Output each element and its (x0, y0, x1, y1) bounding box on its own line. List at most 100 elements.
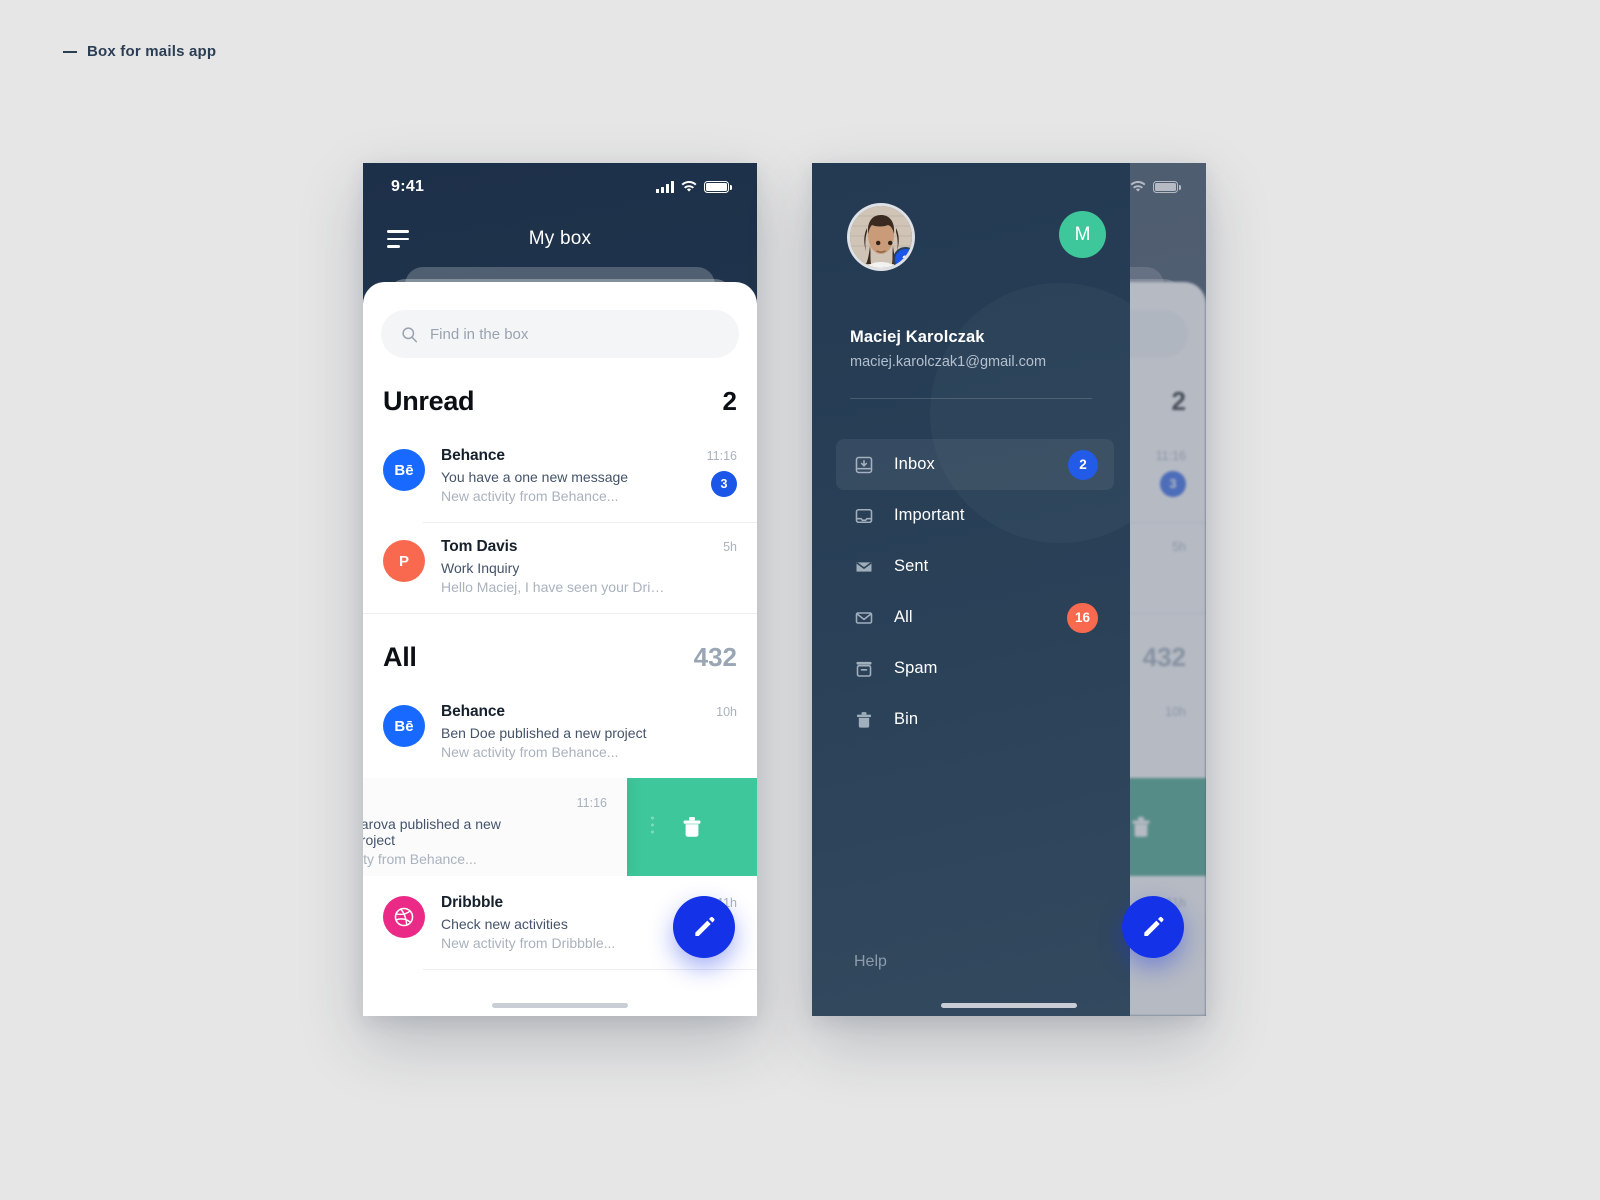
mail-time: 5h (723, 540, 737, 554)
battery-icon (1153, 181, 1181, 193)
section-header-unread: Unread 2 (363, 358, 757, 431)
avatar (383, 896, 425, 938)
list-divider (423, 969, 757, 970)
mail-sender: Tom Davis (441, 538, 518, 555)
mail-subject: harova published a new project (363, 816, 501, 848)
section-title: Unread (383, 386, 475, 416)
mail-row-unread-2[interactable]: P Tom Davis Work Inquiry Hello Maciej, I… (363, 522, 757, 613)
trash-icon (683, 817, 701, 837)
mail-time: 10h (716, 705, 737, 719)
inbox-icon (855, 456, 873, 473)
drawer-item-inbox[interactable]: Inbox 2 (836, 439, 1114, 490)
section-count: 2 (1171, 386, 1186, 416)
trash-icon (1132, 817, 1150, 837)
app-bar: My box (363, 211, 757, 267)
drawer-item-spam[interactable]: Spam (836, 643, 1114, 694)
search-input[interactable] (430, 325, 719, 343)
phone-mockup-drawer: 9:41 Find in the box Unread 2 (812, 163, 1206, 1016)
mail-sender: Dribbble (441, 894, 504, 911)
unread-count-badge: 3 (711, 471, 737, 497)
home-indicator (941, 1003, 1077, 1008)
mail-preview: New activity from Behance... (441, 744, 619, 760)
page-caption: Box for mails app (63, 43, 216, 60)
drawer-item-important[interactable]: Important (836, 490, 1114, 541)
important-icon (855, 508, 873, 523)
mail-preview: Hello Maciej, I have seen your Dribbble.… (441, 579, 667, 595)
navigation-drawer: 3 M Maciej Karolczak maciej.karolczak1@g… (812, 163, 1130, 1016)
swiped-mail-content[interactable]: e harova published a new project vity fr… (363, 778, 627, 876)
drawer-item-label: Important (894, 506, 965, 524)
home-indicator (492, 1003, 628, 1008)
help-link[interactable]: Help (854, 953, 887, 971)
mail-all-icon (855, 611, 873, 624)
spam-icon (856, 661, 872, 677)
mail-subject: Ben Doe published a new project (441, 725, 647, 741)
caption-text: Box for mails app (87, 43, 217, 60)
search-bar[interactable] (381, 310, 739, 358)
caption-dash-icon (63, 50, 77, 53)
mail-subject: Work Inquiry (441, 560, 520, 576)
mail-sender: e (363, 794, 537, 812)
section-count: 432 (1142, 642, 1186, 672)
wifi-icon (1130, 181, 1146, 192)
compose-fab-button[interactable] (1122, 896, 1184, 958)
drawer-item-badge: 16 (1066, 602, 1098, 633)
mail-time: 11:16 (1155, 449, 1186, 463)
drawer-item-label: Bin (894, 710, 919, 728)
drag-handle-dots-icon (651, 816, 654, 838)
wifi-icon (681, 181, 697, 192)
mail-preview: New activity from Behance... (441, 488, 619, 504)
drawer-item-badge: 2 (1068, 449, 1098, 480)
avatar-notification-badge: 3 (893, 247, 912, 268)
mail-row-unread-1[interactable]: Bē Behance You have a one new message Ne… (363, 431, 757, 522)
mail-preview: New activity from Dribbble... (441, 935, 616, 951)
drawer-menu: Inbox 2 Important Sent All 16 Spam Bin (836, 439, 1114, 745)
section-header-all: All 432 (363, 613, 757, 687)
profile-block[interactable]: 3 (850, 206, 912, 268)
mail-time: 5h (1172, 540, 1186, 554)
mail-row-all-1[interactable]: Bē Behance Ben Doe published a new proje… (363, 687, 757, 778)
section-title: All (383, 642, 417, 672)
bin-trash-icon (856, 711, 872, 728)
user-name: Maciej Karolczak (850, 328, 985, 346)
user-email: maciej.karolczak1@gmail.com (850, 354, 1047, 370)
mail-sender: Behance (441, 447, 505, 464)
mail-row-swiped[interactable]: e harova published a new project vity fr… (363, 778, 757, 876)
mail-subject: You have a one new message (441, 469, 629, 485)
unread-count-badge: 3 (1160, 471, 1186, 497)
mail-subject: Check new activities (441, 916, 568, 932)
page-title: My box (528, 228, 592, 249)
mail-preview: vity from Behance... (363, 851, 477, 867)
pencil-compose-icon (1144, 916, 1164, 936)
account-switcher-button[interactable]: M (1059, 211, 1106, 258)
status-bar: 9:41 (363, 163, 757, 211)
avatar: Bē (383, 449, 425, 491)
avatar: P (383, 540, 425, 582)
phone-mockup-inbox: 9:41 My box Unread (363, 163, 757, 1016)
pencil-compose-icon (695, 916, 715, 936)
drawer-item-label: Spam (894, 659, 938, 677)
sent-icon (856, 561, 872, 572)
search-icon (402, 326, 418, 342)
drawer-divider (850, 398, 1092, 399)
drawer-item-label: Sent (894, 557, 929, 575)
mail-time: 10h (1165, 705, 1186, 719)
dribbble-icon (394, 907, 414, 927)
drawer-item-bin[interactable]: Bin (836, 694, 1114, 745)
mail-time: 11:16 (706, 449, 737, 463)
hamburger-menu-icon[interactable] (387, 230, 411, 248)
signal-bars-icon (656, 181, 674, 193)
delete-action-panel[interactable] (627, 778, 757, 876)
mail-sender: Behance (441, 703, 505, 720)
status-time: 9:41 (391, 178, 425, 195)
compose-fab-button[interactable] (673, 896, 735, 958)
drawer-item-all[interactable]: All 16 (836, 592, 1114, 643)
drawer-item-sent[interactable]: Sent (836, 541, 1114, 592)
drawer-item-label: All (894, 608, 913, 626)
section-count: 432 (693, 642, 737, 672)
avatar: Bē (383, 705, 425, 747)
section-count: 2 (722, 386, 737, 416)
user-photo-avatar[interactable]: 3 (850, 206, 912, 268)
drawer-item-label: Inbox (894, 455, 935, 473)
battery-icon (704, 181, 732, 193)
